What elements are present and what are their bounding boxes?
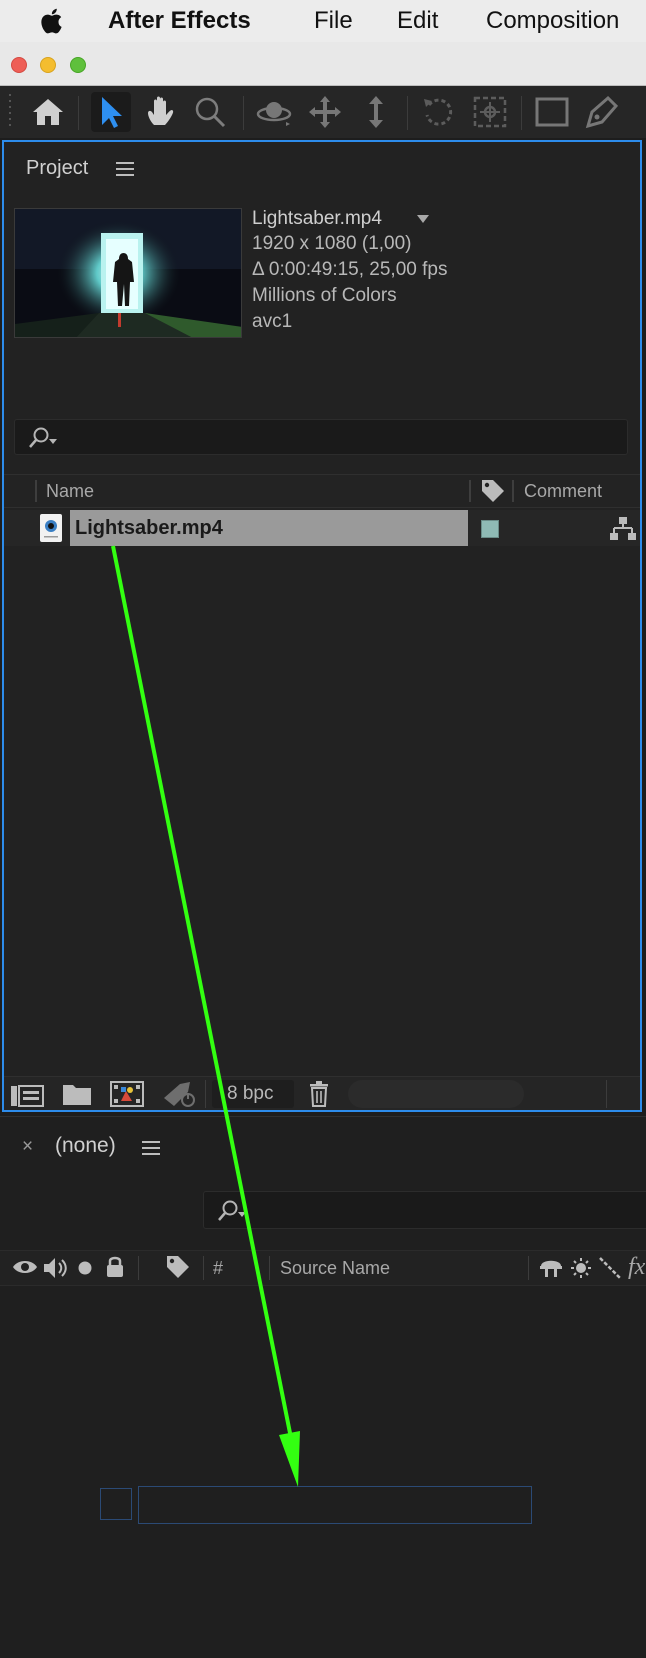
column-divider[interactable] bbox=[138, 1256, 139, 1280]
drop-target-icon-box bbox=[100, 1488, 132, 1520]
pan-camera-icon[interactable] bbox=[305, 92, 345, 132]
toolbar-divider bbox=[407, 96, 408, 130]
minimize-window-button[interactable] bbox=[40, 57, 56, 73]
project-tab[interactable]: Project bbox=[26, 157, 88, 180]
bit-depth-button[interactable]: 8 bpc bbox=[212, 1080, 294, 1108]
name-column-header[interactable]: Name bbox=[46, 481, 94, 502]
selection-tool-icon[interactable] bbox=[91, 92, 131, 132]
search-icon bbox=[218, 1200, 246, 1221]
zoom-window-button[interactable] bbox=[70, 57, 86, 73]
toolbar-divider bbox=[521, 96, 522, 130]
source-name-header[interactable]: Source Name bbox=[280, 1258, 390, 1279]
project-search-input[interactable] bbox=[14, 419, 628, 455]
label-tag-icon[interactable] bbox=[165, 1254, 191, 1280]
rotation-tool-icon[interactable] bbox=[418, 92, 458, 132]
quality-switch-icon[interactable] bbox=[598, 1256, 622, 1280]
close-window-button[interactable] bbox=[11, 57, 27, 73]
menu-edit[interactable]: Edit bbox=[397, 7, 438, 35]
footage-name: Lightsaber.mp4 bbox=[252, 208, 382, 229]
footage-codec: avc1 bbox=[252, 311, 293, 332]
zoom-tool-icon[interactable] bbox=[190, 92, 230, 132]
label-color-swatch[interactable] bbox=[481, 520, 499, 538]
timeline-panel-menu-icon[interactable] bbox=[142, 1141, 160, 1155]
new-composition-icon[interactable] bbox=[110, 1081, 144, 1107]
column-divider[interactable] bbox=[512, 480, 514, 502]
timeline-search-input[interactable] bbox=[203, 1191, 646, 1229]
column-divider[interactable] bbox=[35, 480, 37, 502]
apple-icon[interactable] bbox=[40, 6, 66, 43]
rectangle-tool-icon[interactable] bbox=[532, 92, 572, 132]
after-effects-window: After Effects File Edit Composition Proj… bbox=[0, 0, 646, 1658]
layer-number-header[interactable]: # bbox=[213, 1258, 223, 1279]
column-divider[interactable] bbox=[528, 1256, 529, 1280]
solo-icon[interactable] bbox=[77, 1260, 93, 1276]
footage-thumbnail bbox=[14, 208, 242, 338]
dolly-camera-icon[interactable] bbox=[356, 92, 396, 132]
collapse-transform-icon[interactable] bbox=[570, 1257, 592, 1279]
app-name[interactable]: After Effects bbox=[108, 7, 251, 35]
render-queue-icon[interactable] bbox=[162, 1080, 198, 1108]
window-titlebar bbox=[0, 42, 646, 86]
toolbar-divider bbox=[243, 96, 244, 130]
column-divider[interactable] bbox=[203, 1256, 204, 1280]
timeline-close-button[interactable]: × bbox=[22, 1136, 33, 1158]
trash-icon[interactable] bbox=[307, 1081, 331, 1107]
menu-composition[interactable]: Composition bbox=[486, 7, 619, 35]
column-divider[interactable] bbox=[469, 480, 471, 502]
footage-duration: Δ 0:00:49:15, 25,00 fps bbox=[252, 259, 448, 280]
lock-icon[interactable] bbox=[104, 1255, 126, 1279]
label-tag-icon[interactable] bbox=[480, 478, 506, 504]
shy-switch-icon[interactable] bbox=[538, 1256, 564, 1280]
toolbar-divider bbox=[78, 96, 79, 130]
timeline-tab[interactable]: (none) bbox=[55, 1134, 116, 1158]
search-icon bbox=[29, 427, 57, 448]
toolbar-grip-icon[interactable] bbox=[8, 92, 14, 132]
new-folder-icon[interactable] bbox=[62, 1082, 92, 1106]
footage-color-depth: Millions of Colors bbox=[252, 285, 397, 306]
menubar: After Effects File Edit Composition bbox=[0, 0, 646, 42]
row-item-name[interactable]: Lightsaber.mp4 bbox=[75, 517, 223, 540]
column-divider[interactable] bbox=[269, 1256, 270, 1280]
thumbnail-size-slider[interactable] bbox=[348, 1080, 524, 1108]
footage-file-icon bbox=[40, 514, 62, 542]
flowchart-icon[interactable] bbox=[609, 516, 637, 542]
comment-column-header[interactable]: Comment bbox=[524, 481, 602, 502]
home-icon[interactable] bbox=[28, 92, 68, 132]
interpret-footage-icon[interactable] bbox=[10, 1082, 44, 1108]
eye-icon[interactable] bbox=[12, 1257, 38, 1277]
anchor-point-tool-icon[interactable] bbox=[470, 92, 510, 132]
hand-tool-icon[interactable] bbox=[141, 92, 181, 132]
footage-resolution: 1920 x 1080 (1,00) bbox=[252, 233, 412, 254]
audio-icon[interactable] bbox=[42, 1256, 68, 1280]
drop-target-layer-area[interactable] bbox=[138, 1486, 532, 1524]
project-panel-menu-icon[interactable] bbox=[116, 162, 134, 176]
footer-divider bbox=[205, 1080, 206, 1108]
effects-switch-header[interactable]: fx bbox=[628, 1254, 645, 1281]
footer-divider bbox=[606, 1080, 607, 1108]
footage-dropdown-icon[interactable] bbox=[416, 214, 430, 224]
menu-file[interactable]: File bbox=[314, 7, 353, 35]
orbit-camera-icon[interactable] bbox=[254, 92, 294, 132]
pen-tool-icon[interactable] bbox=[582, 92, 622, 132]
